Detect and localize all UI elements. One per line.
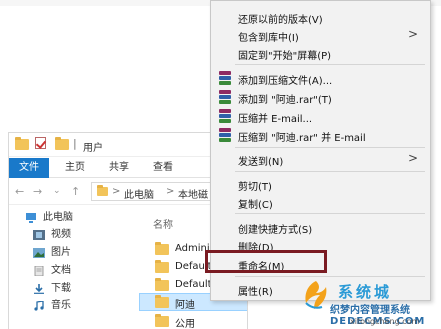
submenu-arrow-icon: > <box>407 151 418 165</box>
menu-item-compress-to-rar-and-email[interactable]: 压缩到 "阿迪.rar" 并 E-mail <box>211 125 430 145</box>
navigation-pane: 此电脑 视频 图片 文档 下载 音乐 <box>9 206 131 329</box>
address-separator: > <box>166 186 175 197</box>
up-arrow-icon[interactable]: ↑ <box>71 185 80 198</box>
folder-icon <box>155 295 169 308</box>
back-arrow-icon[interactable]: ← <box>15 185 24 198</box>
computer-icon <box>26 213 36 223</box>
explorer-folder-icon <box>15 137 29 153</box>
menu-separator <box>235 171 425 172</box>
menu-item-cut[interactable]: 剪切(T) <box>211 174 430 194</box>
new-folder-icon[interactable] <box>55 137 69 153</box>
rename-highlight-box <box>205 250 327 273</box>
menu-separator <box>235 213 425 214</box>
menu-item-send-to[interactable]: 发送到(N) > <box>211 149 430 169</box>
properties-check-icon[interactable] <box>35 137 46 152</box>
menu-item-compress-and-email[interactable]: 压缩并 E-mail... <box>211 106 430 126</box>
recent-dropdown-icon[interactable]: ⌄ <box>53 186 61 196</box>
winrar-icon <box>219 90 231 104</box>
title-separator: | <box>73 137 77 150</box>
folder-icon <box>155 242 169 255</box>
window-title: 用户 <box>83 143 103 154</box>
tab-file[interactable]: 文件 <box>9 158 49 178</box>
folder-icon <box>155 314 169 327</box>
picture-icon <box>33 248 45 258</box>
music-note-icon <box>34 301 44 311</box>
tab-share[interactable]: 共享 <box>103 158 135 178</box>
file-row[interactable]: 公用 <box>139 312 247 329</box>
tab-home[interactable]: 主页 <box>59 158 91 178</box>
tab-view[interactable]: 查看 <box>147 158 179 178</box>
address-separator: > <box>112 186 121 197</box>
winrar-icon <box>219 71 231 85</box>
menu-item-create-shortcut[interactable]: 创建快捷方式(S) <box>211 217 430 237</box>
menu-separator <box>235 64 425 65</box>
menu-separator <box>235 147 425 148</box>
watermark-title: 系统城 <box>338 283 393 301</box>
address-item-local-disk[interactable]: 本地磁 <box>178 186 208 201</box>
menu-item-copy[interactable]: 复制(C) <box>211 192 430 212</box>
forward-arrow-icon[interactable]: → <box>33 185 42 198</box>
menu-item-add-to-rar[interactable]: 添加到 "阿迪.rar"(T) <box>211 87 430 107</box>
download-arrow-icon <box>34 284 44 294</box>
document-icon <box>34 266 44 276</box>
winrar-icon <box>219 128 231 142</box>
column-header-name[interactable]: 名称 <box>153 216 173 231</box>
address-folder-icon <box>97 185 108 199</box>
video-icon <box>33 230 45 240</box>
menu-item-include-in-library[interactable]: 包含到库中(I) > <box>211 25 430 45</box>
watermark: 系统城 织梦内容管理系统 DEDECMS.COM xitongcheng.com <box>298 273 439 329</box>
submenu-arrow-icon: > <box>407 27 418 41</box>
site-logo-icon <box>305 281 327 309</box>
folder-icon <box>155 278 169 291</box>
menu-item-add-to-archive[interactable]: 添加到压缩文件(A)... <box>211 68 430 88</box>
address-item-this-pc[interactable]: 此电脑 <box>124 186 154 201</box>
winrar-icon <box>219 109 231 123</box>
folder-icon <box>155 260 169 273</box>
menu-item-restore-previous-versions[interactable]: 还原以前的版本(V) <box>211 7 430 27</box>
watermark-url: xitongcheng.com <box>350 317 420 326</box>
menu-item-pin-to-start[interactable]: 固定到"开始"屏幕(P) <box>211 43 430 63</box>
